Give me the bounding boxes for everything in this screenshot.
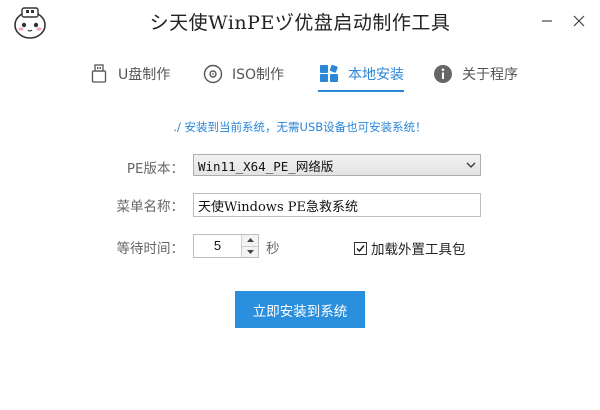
info-icon (432, 63, 454, 85)
checkbox-box[interactable] (354, 241, 367, 255)
wait-time-unit: 秒 (266, 241, 280, 257)
pe-version-label: PE版本： (126, 161, 184, 177)
tab-iso-make[interactable]: ISO制作 (202, 58, 284, 90)
wait-time-stepper[interactable]: 5 (193, 234, 259, 258)
chevron-down-icon (462, 162, 480, 168)
load-tools-checkbox[interactable]: 加载外置工具包 (354, 238, 466, 258)
spin-down-icon[interactable] (242, 245, 258, 257)
pe-version-select[interactable]: Win11_X64_PE_网络版 (193, 154, 481, 176)
tab-bar: U盘制作 ISO制作 本地安装 关于程序 (0, 58, 600, 92)
tab-usb-make[interactable]: U盘制作 (88, 58, 170, 90)
wait-time-label: 等待时间： (116, 241, 185, 257)
install-notice: ./ 安装到当前系统，无需USB设备也可安装系统！ (173, 120, 427, 134)
minimize-icon[interactable] (536, 10, 558, 32)
pe-version-value: Win11_X64_PE_网络版 (198, 158, 334, 174)
window-title: シ天使WinPEヅ优盘启动制作工具 (149, 12, 451, 34)
tab-label: ISO制作 (232, 67, 285, 83)
load-tools-label: 加载外置工具包 (371, 242, 466, 258)
install-to-system-button[interactable]: 立即安装到系统 (235, 291, 365, 328)
usb-icon (88, 63, 110, 85)
tab-label: U盘制作 (118, 67, 171, 83)
tab-about[interactable]: 关于程序 (432, 58, 518, 90)
menu-name-input[interactable] (193, 193, 481, 217)
menu-name-label: 菜单名称： (116, 199, 185, 215)
tab-label: 关于程序 (462, 67, 518, 83)
tab-local-install[interactable]: 本地安装 (318, 58, 404, 92)
grid-install-icon (318, 63, 340, 85)
close-icon[interactable] (568, 10, 590, 32)
disc-icon (202, 63, 224, 85)
tab-label: 本地安装 (348, 67, 404, 83)
wait-time-value[interactable]: 5 (194, 235, 241, 257)
spin-up-icon[interactable] (242, 235, 258, 246)
